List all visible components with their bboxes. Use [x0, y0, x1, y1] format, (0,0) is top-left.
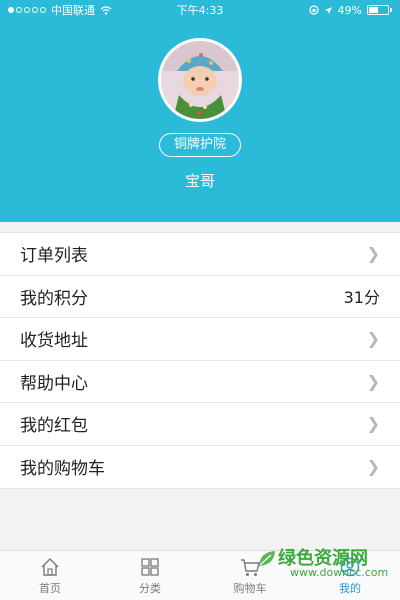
- menu-item-points[interactable]: 我的积分 31分: [0, 276, 400, 318]
- home-icon: [41, 557, 59, 576]
- chevron-right-icon: ❯: [366, 371, 380, 391]
- points-value: 31分: [343, 288, 380, 308]
- member-level-badge: 铜牌护院: [159, 133, 241, 157]
- battery-icon: [367, 5, 392, 15]
- watermark-url: www.downcc.com: [290, 566, 389, 579]
- account-menu: 订单列表 ❯ 我的积分 31分 收货地址 ❯ 帮助中心 ❯ 我的红包 ❯ 我的购…: [0, 232, 400, 489]
- menu-item-label: 帮助中心: [20, 373, 88, 394]
- tab-category[interactable]: 分类: [100, 551, 200, 600]
- username: 宝哥: [184, 172, 215, 190]
- battery-percent: 49%: [337, 3, 362, 17]
- chevron-right-icon: ❯: [366, 414, 380, 434]
- tab-label: 分类: [139, 581, 161, 595]
- menu-item-red-packets[interactable]: 我的红包 ❯: [0, 403, 400, 446]
- tab-label: 首页: [39, 581, 61, 595]
- menu-item-label: 订单列表: [20, 246, 88, 267]
- chevron-right-icon: ❯: [366, 457, 380, 477]
- menu-item-label: 我的积分: [20, 288, 88, 309]
- menu-item-orders[interactable]: 订单列表 ❯: [0, 233, 400, 276]
- chevron-right-icon: ❯: [366, 329, 380, 349]
- menu-item-label: 我的红包: [20, 416, 88, 437]
- menu-item-cart[interactable]: 我的购物车 ❯: [0, 446, 400, 489]
- status-bar: 中国联通 下午4:33 49%: [0, 0, 400, 20]
- avatar-photo: [161, 41, 239, 119]
- location-icon: [324, 6, 332, 14]
- category-icon: [141, 557, 159, 576]
- avatar[interactable]: [158, 38, 242, 122]
- chevron-right-icon: ❯: [366, 244, 380, 264]
- profile-header: 铜牌护院 宝哥: [0, 0, 400, 222]
- leaf-logo-icon: [259, 551, 275, 566]
- signal-strength-icon: [8, 7, 46, 13]
- carrier-name: 中国联通: [51, 4, 95, 17]
- wifi-icon: [100, 5, 112, 15]
- menu-item-address[interactable]: 收货地址 ❯: [0, 318, 400, 361]
- watermark: 绿色资源网 www.downcc.com: [256, 544, 389, 582]
- tab-home[interactable]: 首页: [0, 551, 100, 600]
- menu-item-label: 我的购物车: [20, 459, 105, 480]
- orientation-lock-icon: [308, 5, 319, 15]
- menu-item-help[interactable]: 帮助中心 ❯: [0, 361, 400, 403]
- menu-item-label: 收货地址: [20, 331, 88, 352]
